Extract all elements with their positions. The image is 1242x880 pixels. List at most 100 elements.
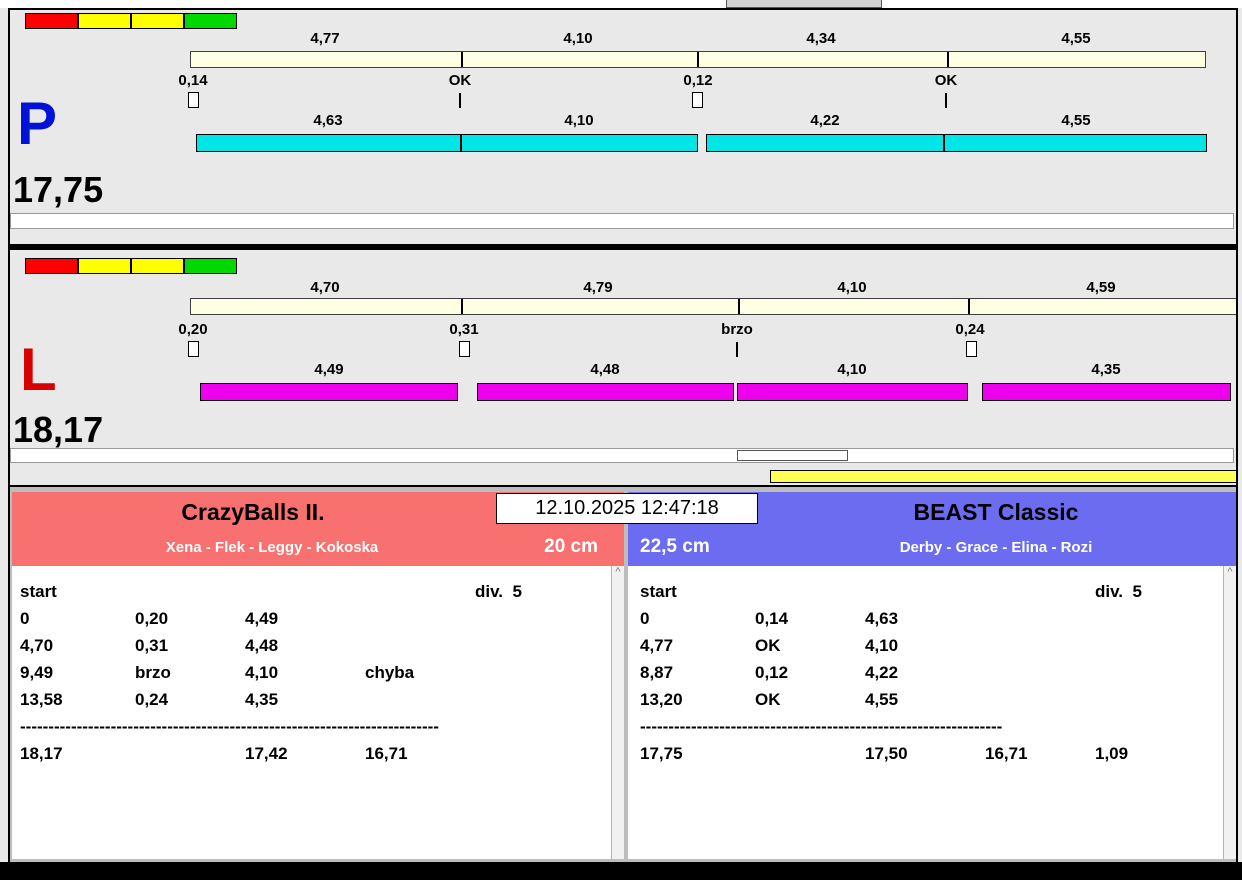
lane-letter: L <box>20 336 57 403</box>
lane-P: 4,77 4,10 4,34 4,55 0,14 OK 0,12 OK 4,63… <box>0 8 1242 244</box>
progress-bar-yellow <box>770 470 1238 483</box>
exchange-tick <box>736 342 738 357</box>
upper-timeline-bar <box>190 51 1206 68</box>
result-row: 13,58 0,24 4,35 <box>12 686 611 713</box>
result-cell <box>475 686 611 713</box>
lane-L-status-lights <box>25 258 237 274</box>
result-cell <box>985 632 1095 659</box>
result-cell <box>365 632 475 659</box>
result-cell: 13,58 <box>20 690 63 709</box>
result-cell: 18,17 <box>20 744 63 763</box>
result-cell: 17,75 <box>640 744 683 763</box>
result-cell <box>365 578 475 605</box>
result-row: 17,75 17,50 16,71 1,09 <box>628 740 1223 767</box>
jump-height-badge: 20 cm <box>544 536 598 557</box>
result-cell <box>985 578 1095 605</box>
status-light <box>25 258 78 274</box>
result-cell: OK <box>755 636 781 655</box>
lower-split-label: 4,55 <box>1061 112 1091 129</box>
result-cell: brzo <box>135 663 171 682</box>
run-bar-segment <box>982 383 1231 401</box>
result-cell <box>755 740 865 767</box>
result-row: 4,77 OK 4,10 <box>628 632 1223 659</box>
team-name: CrazyBalls II. <box>181 499 325 525</box>
status-light <box>131 258 184 274</box>
status-light <box>25 13 78 29</box>
exchange-fault-box <box>459 341 470 357</box>
result-cell <box>755 578 865 605</box>
strip-indicator-box <box>737 450 848 461</box>
result-row: 13,20 OK 4,55 <box>628 686 1223 713</box>
exchange-label: OK <box>934 72 958 89</box>
run-bar-segment <box>737 383 968 401</box>
scroll-up-icon[interactable]: ^ <box>1224 566 1236 580</box>
result-cell <box>1095 605 1223 632</box>
lane-total-time: 17,75 <box>13 169 104 210</box>
status-light <box>184 13 237 29</box>
result-cell: 0 <box>20 609 30 628</box>
exchange-label: OK <box>448 72 472 89</box>
exchange-fault-box <box>188 341 199 357</box>
upper-split-label: 4,70 <box>310 279 340 296</box>
result-cell: 0,14 <box>755 609 789 628</box>
run-bar-segment <box>944 134 1207 152</box>
result-cell <box>475 740 611 767</box>
result-row: start div. 5 <box>12 578 611 605</box>
upper-timeline-bar <box>190 298 1237 315</box>
result-cell: 0,24 <box>135 690 169 709</box>
result-cell: 4,10 <box>245 663 279 682</box>
run-bar-segment <box>706 134 944 152</box>
result-cell <box>135 740 245 767</box>
result-cell <box>135 578 245 605</box>
team-name: BEAST Classic <box>913 499 1079 525</box>
result-cell: 4,63 <box>865 609 899 628</box>
result-cell: 4,10 <box>865 636 899 655</box>
result-table-left: start div. 5 0 0,20 4,49 4,70 0,31 4,48 9,49 brzo… <box>12 566 611 859</box>
scrollbar-left[interactable]: ^ <box>611 566 624 859</box>
cut-off-tab[interactable] <box>726 0 882 8</box>
result-cell: 4,77 <box>640 636 674 655</box>
result-cell: 17,50 <box>865 744 908 763</box>
lane-message-strip <box>10 448 1234 463</box>
run-bar-segment <box>196 134 461 152</box>
result-cell <box>985 686 1095 713</box>
status-light <box>131 13 184 29</box>
scroll-up-icon[interactable]: ^ <box>612 566 624 580</box>
upper-split-label: 4,10 <box>837 279 867 296</box>
lower-split-label: 4,63 <box>313 112 343 129</box>
split-tick <box>697 52 699 67</box>
upper-split-label: 4,77 <box>310 30 340 47</box>
result-cell <box>1095 659 1223 686</box>
team-panel-left: CrazyBalls II. Xena - Flek - Leggy - Kok… <box>12 492 624 859</box>
result-cell <box>475 605 611 632</box>
lower-split-label: 4,10 <box>564 112 594 129</box>
result-cell: div. 5 <box>475 582 522 601</box>
result-cell: 1,09 <box>1095 744 1129 763</box>
result-cell: 9,49 <box>20 663 54 682</box>
exchange-label: brzo <box>721 321 753 338</box>
status-light <box>78 13 131 29</box>
result-cell: 4,55 <box>865 690 899 709</box>
run-bar-segment <box>477 383 734 401</box>
result-cell: 4,70 <box>20 636 54 655</box>
result-cell: start <box>20 582 57 601</box>
result-row: start div. 5 <box>628 578 1223 605</box>
result-cell <box>865 578 985 605</box>
exchange-label: 0,31 <box>449 321 479 338</box>
scrollbar-right[interactable]: ^ <box>1223 566 1236 859</box>
result-cell <box>475 632 611 659</box>
result-row: 0 0,14 4,63 <box>628 605 1223 632</box>
result-cell: 0,31 <box>135 636 169 655</box>
lane-divider <box>8 244 1238 250</box>
lower-split-label: 4,35 <box>1091 361 1121 378</box>
exchange-label: 0,12 <box>683 72 713 89</box>
lane-total-time: 18,17 <box>13 409 104 450</box>
split-tick <box>947 52 949 67</box>
lower-split-label: 4,10 <box>837 361 867 378</box>
result-cell: start <box>640 582 677 601</box>
exchange-fault-box <box>692 92 703 108</box>
upper-split-label: 4,55 <box>1061 30 1091 47</box>
result-row: 9,49 brzo 4,10 chyba <box>12 659 611 686</box>
result-cell: chyba <box>365 663 415 682</box>
team-dog-list: Xena - Flek - Leggy - Kokoska <box>165 539 379 556</box>
